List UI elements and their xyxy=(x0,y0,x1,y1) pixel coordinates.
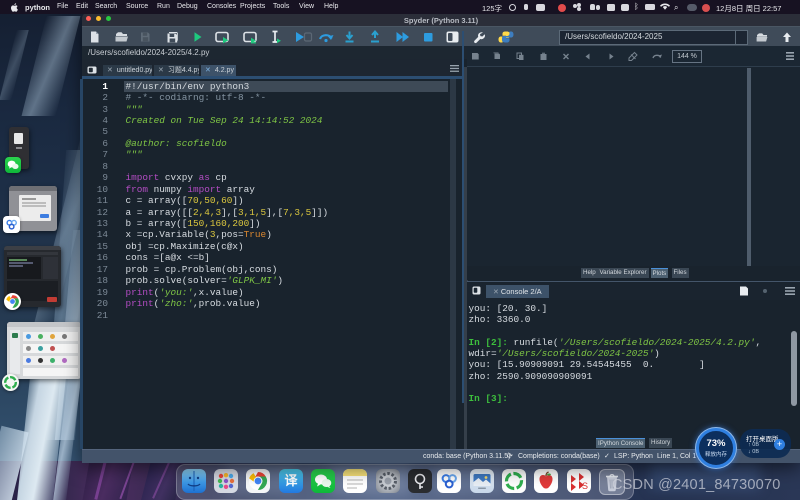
svg-text:S: S xyxy=(582,481,588,491)
